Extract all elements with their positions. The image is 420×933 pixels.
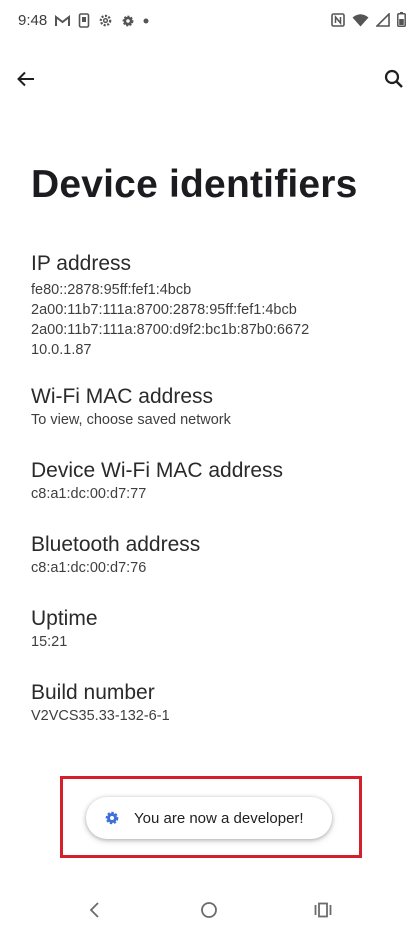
arrow-left-icon — [16, 69, 36, 94]
navigation-bar — [0, 888, 420, 933]
ip-address-line-2: 2a00:11b7:111a:8700:2878:95ff:fef1:4bcb — [31, 302, 297, 318]
status-right — [331, 12, 406, 27]
nav-back-button[interactable] — [77, 894, 113, 930]
status-bar: 9:48 — [0, 0, 420, 44]
cellular-signal-icon — [376, 12, 390, 27]
device-wifi-mac-title: Device Wi-Fi MAC address — [31, 459, 284, 482]
bluetooth-title: Bluetooth address — [31, 533, 201, 556]
developer-toast: You are now a developer! — [86, 797, 332, 839]
wifi-icon — [352, 13, 369, 27]
uptime-title: Uptime — [31, 607, 98, 630]
list-item-wifi-mac-address[interactable]: Wi-Fi MAC address To view, choose saved … — [31, 384, 410, 430]
ip-address-line-3: 2a00:11b7:111a:8700:d9f2:bc1b:87b0:6672 — [31, 322, 310, 338]
wifi-mac-title: Wi-Fi MAC address — [31, 385, 214, 408]
device-wifi-mac-value: c8:a1:dc:00:d7:77 — [31, 486, 147, 502]
wifi-mac-value: To view, choose saved network — [31, 412, 231, 428]
page-title: Device identifiers — [31, 163, 358, 206]
nfc-icon — [331, 12, 345, 27]
build-number-value: V2VCS35.33-132-6-1 — [31, 708, 170, 724]
bluetooth-value: c8:a1:dc:00:d7:76 — [31, 560, 147, 576]
identifier-list: IP address fe80::2878:95ff:fef1:4bcb 2a0… — [31, 251, 410, 726]
status-left: 9:48 — [18, 12, 149, 29]
ip-address-title: IP address — [31, 252, 132, 275]
nav-home-button[interactable] — [191, 894, 227, 930]
gear-icon — [121, 14, 135, 28]
nav-home-circle-icon — [200, 901, 218, 924]
list-item-build-number[interactable]: Build number V2VCS35.33-132-6-1 — [31, 680, 410, 726]
list-item-ip-address[interactable]: IP address fe80::2878:95ff:fef1:4bcb 2a0… — [31, 251, 410, 360]
list-item-uptime[interactable]: Uptime 15:21 — [31, 606, 410, 652]
settings-gear-icon — [103, 809, 121, 827]
nav-recents-button[interactable] — [305, 894, 341, 930]
ip-address-line-4: 10.0.1.87 — [31, 342, 92, 358]
toast-message: You are now a developer! — [134, 809, 304, 827]
phone-portrait-icon — [78, 13, 90, 28]
dot-icon — [143, 18, 149, 24]
nav-back-chevron-icon — [87, 901, 103, 924]
battery-icon — [397, 12, 406, 27]
ip-address-line-1: fe80::2878:95ff:fef1:4bcb — [31, 282, 192, 298]
search-icon — [384, 69, 404, 94]
list-item-device-wifi-mac-address[interactable]: Device Wi-Fi MAC address c8:a1:dc:00:d7:… — [31, 458, 410, 504]
settings-gear-icon — [98, 13, 113, 28]
list-item-bluetooth-address[interactable]: Bluetooth address c8:a1:dc:00:d7:76 — [31, 532, 410, 578]
gmail-icon — [55, 14, 71, 27]
build-number-title: Build number — [31, 681, 155, 704]
uptime-value: 15:21 — [31, 634, 68, 650]
status-time: 9:48 — [18, 12, 48, 29]
nav-recents-icon — [314, 902, 332, 923]
back-button[interactable] — [6, 61, 46, 101]
search-button[interactable] — [374, 61, 414, 101]
